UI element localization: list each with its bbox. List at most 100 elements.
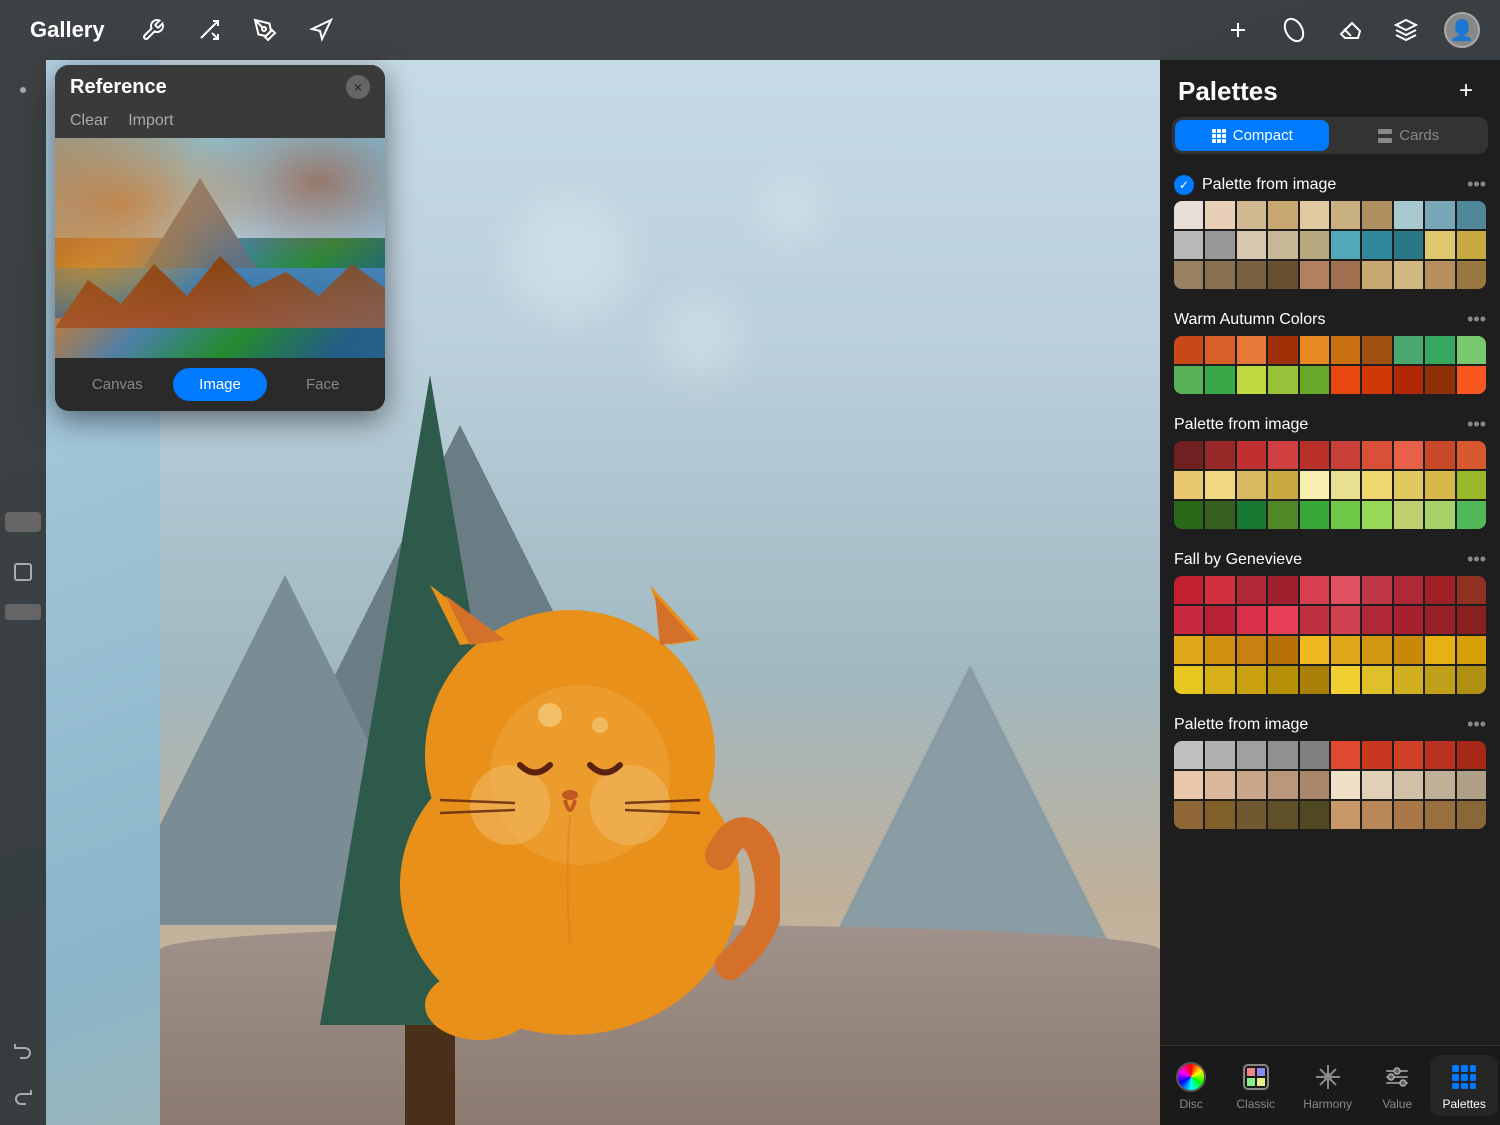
color-swatch[interactable] <box>1268 576 1297 604</box>
color-swatch[interactable] <box>1205 261 1234 289</box>
bottom-tab-disc[interactable]: Disc <box>1162 1055 1220 1116</box>
color-swatch[interactable] <box>1300 336 1329 364</box>
color-swatch[interactable] <box>1362 801 1391 829</box>
color-swatch[interactable] <box>1457 501 1486 529</box>
undo-button[interactable] <box>5 1031 41 1067</box>
color-swatch[interactable] <box>1425 261 1454 289</box>
color-swatch[interactable] <box>1425 336 1454 364</box>
color-swatch[interactable] <box>1331 201 1360 229</box>
color-swatch[interactable] <box>1394 201 1423 229</box>
color-swatch[interactable] <box>1457 576 1486 604</box>
color-swatch[interactable] <box>1174 801 1203 829</box>
color-swatch[interactable] <box>1362 471 1391 499</box>
color-swatch[interactable] <box>1457 441 1486 469</box>
color-swatch[interactable] <box>1362 366 1391 394</box>
reference-clear-button[interactable]: Clear <box>70 112 108 130</box>
color-swatch[interactable] <box>1362 771 1391 799</box>
palettes-add-button[interactable]: + <box>1450 75 1482 107</box>
color-swatch[interactable] <box>1425 606 1454 634</box>
redo-button[interactable] <box>5 1077 41 1113</box>
color-swatch[interactable] <box>1268 771 1297 799</box>
color-swatch[interactable] <box>1457 606 1486 634</box>
color-swatch[interactable] <box>1331 576 1360 604</box>
palette-checkbox-0[interactable]: ✓ <box>1174 175 1194 195</box>
color-swatch[interactable] <box>1394 606 1423 634</box>
color-swatch[interactable] <box>1205 201 1234 229</box>
ref-tab-image[interactable]: Image <box>173 368 268 401</box>
color-swatch[interactable] <box>1394 261 1423 289</box>
color-swatch[interactable] <box>1174 261 1203 289</box>
color-swatch[interactable] <box>1268 231 1297 259</box>
color-swatch[interactable] <box>1331 636 1360 664</box>
gallery-button[interactable]: Gallery <box>20 12 115 48</box>
color-swatch[interactable] <box>1425 741 1454 769</box>
bottom-tab-value[interactable]: Value <box>1368 1055 1426 1116</box>
color-swatch[interactable] <box>1300 636 1329 664</box>
color-swatch[interactable] <box>1331 801 1360 829</box>
color-swatch[interactable] <box>1425 501 1454 529</box>
marker-icon[interactable] <box>1276 12 1312 48</box>
color-swatch[interactable] <box>1205 366 1234 394</box>
color-swatch[interactable] <box>1205 501 1234 529</box>
color-swatch[interactable] <box>1174 666 1203 694</box>
color-swatch[interactable] <box>1425 366 1454 394</box>
palette-more-1[interactable]: ••• <box>1467 309 1486 330</box>
color-swatch[interactable] <box>1205 576 1234 604</box>
color-swatch[interactable] <box>1205 666 1234 694</box>
color-swatch[interactable] <box>1331 231 1360 259</box>
color-swatch[interactable] <box>1268 801 1297 829</box>
color-swatch[interactable] <box>1394 741 1423 769</box>
color-swatch[interactable] <box>1362 741 1391 769</box>
color-swatch[interactable] <box>1268 366 1297 394</box>
color-swatch[interactable] <box>1237 606 1266 634</box>
color-swatch[interactable] <box>1205 771 1234 799</box>
color-swatch[interactable] <box>1457 366 1486 394</box>
color-swatch[interactable] <box>1300 771 1329 799</box>
color-swatch[interactable] <box>1205 441 1234 469</box>
color-swatch[interactable] <box>1268 636 1297 664</box>
color-swatch[interactable] <box>1457 261 1486 289</box>
toggle-cards[interactable]: Cards <box>1332 120 1486 151</box>
color-swatch[interactable] <box>1237 231 1266 259</box>
avatar[interactable]: 👤 <box>1444 12 1480 48</box>
color-swatch[interactable] <box>1362 261 1391 289</box>
color-swatch[interactable] <box>1268 441 1297 469</box>
color-swatch[interactable] <box>1268 336 1297 364</box>
color-swatch[interactable] <box>1394 501 1423 529</box>
color-swatch[interactable] <box>1237 201 1266 229</box>
color-swatch[interactable] <box>1300 741 1329 769</box>
color-swatch[interactable] <box>1394 666 1423 694</box>
color-swatch[interactable] <box>1362 441 1391 469</box>
color-swatch[interactable] <box>1457 771 1486 799</box>
color-swatch[interactable] <box>1425 771 1454 799</box>
modify-icon[interactable] <box>191 12 227 48</box>
color-swatch[interactable] <box>1362 231 1391 259</box>
toggle-compact[interactable]: Compact <box>1175 120 1329 151</box>
color-swatch[interactable] <box>1331 366 1360 394</box>
color-swatch[interactable] <box>1457 801 1486 829</box>
color-swatch[interactable] <box>1425 201 1454 229</box>
color-swatch[interactable] <box>1362 201 1391 229</box>
color-swatch[interactable] <box>1300 576 1329 604</box>
stylus-icon[interactable] <box>247 12 283 48</box>
color-swatch[interactable] <box>1174 501 1203 529</box>
color-swatch[interactable] <box>1425 441 1454 469</box>
color-swatch[interactable] <box>1205 471 1234 499</box>
reference-import-button[interactable]: Import <box>128 112 173 130</box>
color-swatch[interactable] <box>1237 471 1266 499</box>
color-swatch[interactable] <box>1174 636 1203 664</box>
color-swatch[interactable] <box>1268 666 1297 694</box>
bottom-tab-palettes[interactable]: Palettes <box>1430 1055 1497 1116</box>
color-swatch[interactable] <box>1237 501 1266 529</box>
color-swatch[interactable] <box>1425 636 1454 664</box>
wrench-icon[interactable] <box>135 12 171 48</box>
color-swatch[interactable] <box>1237 801 1266 829</box>
color-swatch[interactable] <box>1425 231 1454 259</box>
color-swatch[interactable] <box>1237 666 1266 694</box>
color-swatch[interactable] <box>1362 636 1391 664</box>
color-swatch[interactable] <box>1457 231 1486 259</box>
palette-more-4[interactable]: ••• <box>1467 714 1486 735</box>
color-swatch[interactable] <box>1300 231 1329 259</box>
color-swatch[interactable] <box>1205 741 1234 769</box>
color-swatch[interactable] <box>1425 801 1454 829</box>
